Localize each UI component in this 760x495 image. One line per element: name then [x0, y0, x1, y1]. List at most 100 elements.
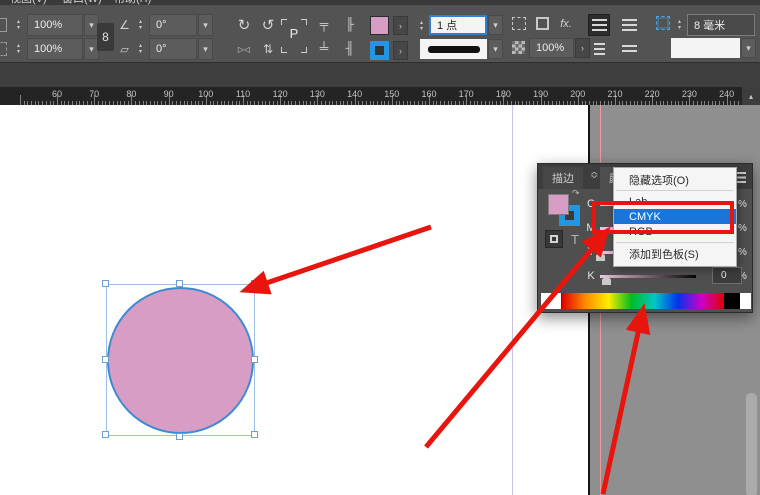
stroke-style-caret[interactable]: ▾: [488, 39, 503, 59]
fill-proxy-swatch[interactable]: [548, 194, 569, 215]
rotate-cw-button[interactable]: ↻: [234, 14, 254, 36]
stroke-color-expand-button[interactable]: ›: [393, 41, 408, 60]
k-value-field[interactable]: 0: [712, 267, 742, 284]
spectrum-ramp[interactable]: [562, 293, 724, 309]
scale-y-field[interactable]: 100%: [27, 38, 83, 60]
ruler-minor-tick: [448, 101, 449, 105]
rotation-field[interactable]: 0°: [149, 14, 197, 36]
channel-unit: %: [738, 199, 747, 210]
frame-options-icon[interactable]: [536, 17, 549, 30]
ruler-minor-tick: [649, 101, 650, 105]
handle-bottom-center[interactable]: [176, 433, 183, 440]
stroke-color-swatch[interactable]: [370, 41, 389, 60]
flip-vertical-button[interactable]: ⇅: [258, 38, 278, 60]
shear-dropdown[interactable]: ▾: [198, 38, 213, 60]
ruler-minor-tick: [641, 101, 642, 105]
ruler-minor-tick: [622, 101, 623, 105]
stroke-weight-field[interactable]: 1 点: [429, 15, 487, 35]
handle-top-right[interactable]: [251, 280, 258, 287]
effects-button[interactable]: fx.: [555, 15, 577, 33]
handle-bottom-left[interactable]: [102, 431, 109, 438]
ruler-minor-tick: [128, 101, 129, 105]
handle-middle-right[interactable]: [251, 356, 258, 363]
color-mode-list: LabCMYKRGB: [614, 194, 736, 239]
flip-horizontal-button[interactable]: ▷◁: [234, 38, 254, 60]
corner-size-field[interactable]: 8 毫米: [687, 14, 755, 36]
menu-item-add-to-swatches[interactable]: 添加到色板(S): [614, 246, 736, 261]
fill-color-swatch[interactable]: [370, 16, 389, 35]
channel-slider[interactable]: [600, 275, 696, 278]
ellipse-object[interactable]: [107, 287, 254, 434]
ruler-minor-tick: [712, 101, 713, 105]
handle-top-center[interactable]: [176, 280, 183, 287]
handle-bottom-right[interactable]: [251, 431, 258, 438]
ruler-minor-tick: [522, 101, 523, 105]
channel-unit: %: [738, 247, 747, 258]
fill-color-expand-button[interactable]: ›: [393, 16, 408, 35]
stroke-style-dropdown[interactable]: [420, 39, 487, 59]
white-corner-swatch[interactable]: [740, 293, 751, 309]
reference-point-selector[interactable]: P: [281, 19, 307, 53]
ruler-minor-tick: [150, 101, 151, 105]
distribute-left-icon[interactable]: ╟: [341, 14, 359, 34]
ruler-minor-tick: [470, 101, 471, 105]
distribute-right-icon[interactable]: ╢: [341, 38, 359, 58]
menu-item-rgb[interactable]: RGB: [614, 224, 736, 239]
text-wrap-object-button[interactable]: [588, 38, 610, 60]
rotation-stepper[interactable]: ▴▾: [134, 14, 147, 36]
white-swatch[interactable]: [541, 293, 562, 309]
ruler-label: 200: [570, 89, 585, 99]
stroke-weight-dropdown[interactable]: ▾: [488, 15, 503, 35]
ruler-minor-tick: [701, 101, 702, 105]
tab-stroke[interactable]: 描边: [543, 167, 583, 189]
corner-size-stepper[interactable]: ▴▾: [673, 14, 686, 36]
ruler-minor-tick: [682, 101, 683, 105]
rotate-ccw-button[interactable]: ↺: [258, 14, 278, 36]
ruler-label: 90: [164, 89, 174, 99]
text-wrap-jump-button[interactable]: [618, 38, 640, 60]
ruler-minor-tick: [27, 101, 28, 105]
opacity-field[interactable]: 100%: [529, 38, 574, 58]
ruler-minor-tick: [336, 101, 337, 105]
ruler-minor-tick: [407, 101, 408, 105]
ruler-minor-tick: [678, 101, 679, 105]
text-wrap-none-button[interactable]: [588, 14, 610, 36]
panel-collapse-icon[interactable]: ≎: [590, 170, 598, 181]
stroke-weight-stepper[interactable]: ▴▾: [415, 15, 428, 37]
menu-item-hide-options[interactable]: 隐藏选项(O): [614, 172, 736, 187]
scroll-up-button[interactable]: ▴: [742, 87, 760, 105]
corner-options-icon[interactable]: [512, 17, 526, 30]
ruler-minor-tick: [76, 101, 77, 105]
handle-top-left[interactable]: [102, 280, 109, 287]
menu-item-lab[interactable]: Lab: [614, 194, 736, 209]
scale-x-field[interactable]: 100%: [27, 14, 83, 36]
distribute-top-icon[interactable]: ╤: [315, 14, 333, 34]
ruler-minor-tick: [198, 101, 199, 105]
handle-middle-left[interactable]: [102, 356, 109, 363]
scale-y-stepper[interactable]: ▴▾: [12, 38, 25, 60]
shear-field[interactable]: 0°: [149, 38, 197, 60]
black-swatch[interactable]: [724, 293, 740, 309]
scale-x-stepper[interactable]: ▴▾: [12, 14, 25, 36]
ruler-minor-tick: [492, 101, 493, 105]
distribute-bottom-icon[interactable]: ╧: [315, 38, 333, 58]
shear-stepper[interactable]: ▴▾: [134, 38, 147, 60]
ruler-minor-tick: [143, 101, 144, 105]
text-wrap-bounding-button[interactable]: [618, 14, 640, 36]
rotation-dropdown[interactable]: ▾: [198, 14, 213, 36]
vertical-scrollbar-thumb[interactable]: [746, 393, 757, 495]
corner-style-dropdown[interactable]: [671, 38, 740, 58]
ruler-minor-tick: [582, 101, 583, 105]
shear-angle-icon: ▱: [117, 40, 132, 58]
ruler-minor-tick: [660, 101, 661, 105]
horizontal-ruler[interactable]: 6070809010011012013014015016017018019020…: [0, 87, 760, 105]
ruler-minor-tick: [295, 101, 296, 105]
menu-item-cmyk[interactable]: CMYK: [614, 209, 736, 224]
ruler-label: 100: [198, 89, 213, 99]
corner-shape-icon[interactable]: [656, 16, 670, 30]
constrain-proportions-link-icon[interactable]: 8: [97, 23, 114, 51]
corner-style-caret[interactable]: ▾: [741, 38, 756, 58]
page[interactable]: [0, 105, 588, 495]
color-ramp[interactable]: [541, 293, 751, 309]
ruler-minor-tick: [414, 101, 415, 105]
